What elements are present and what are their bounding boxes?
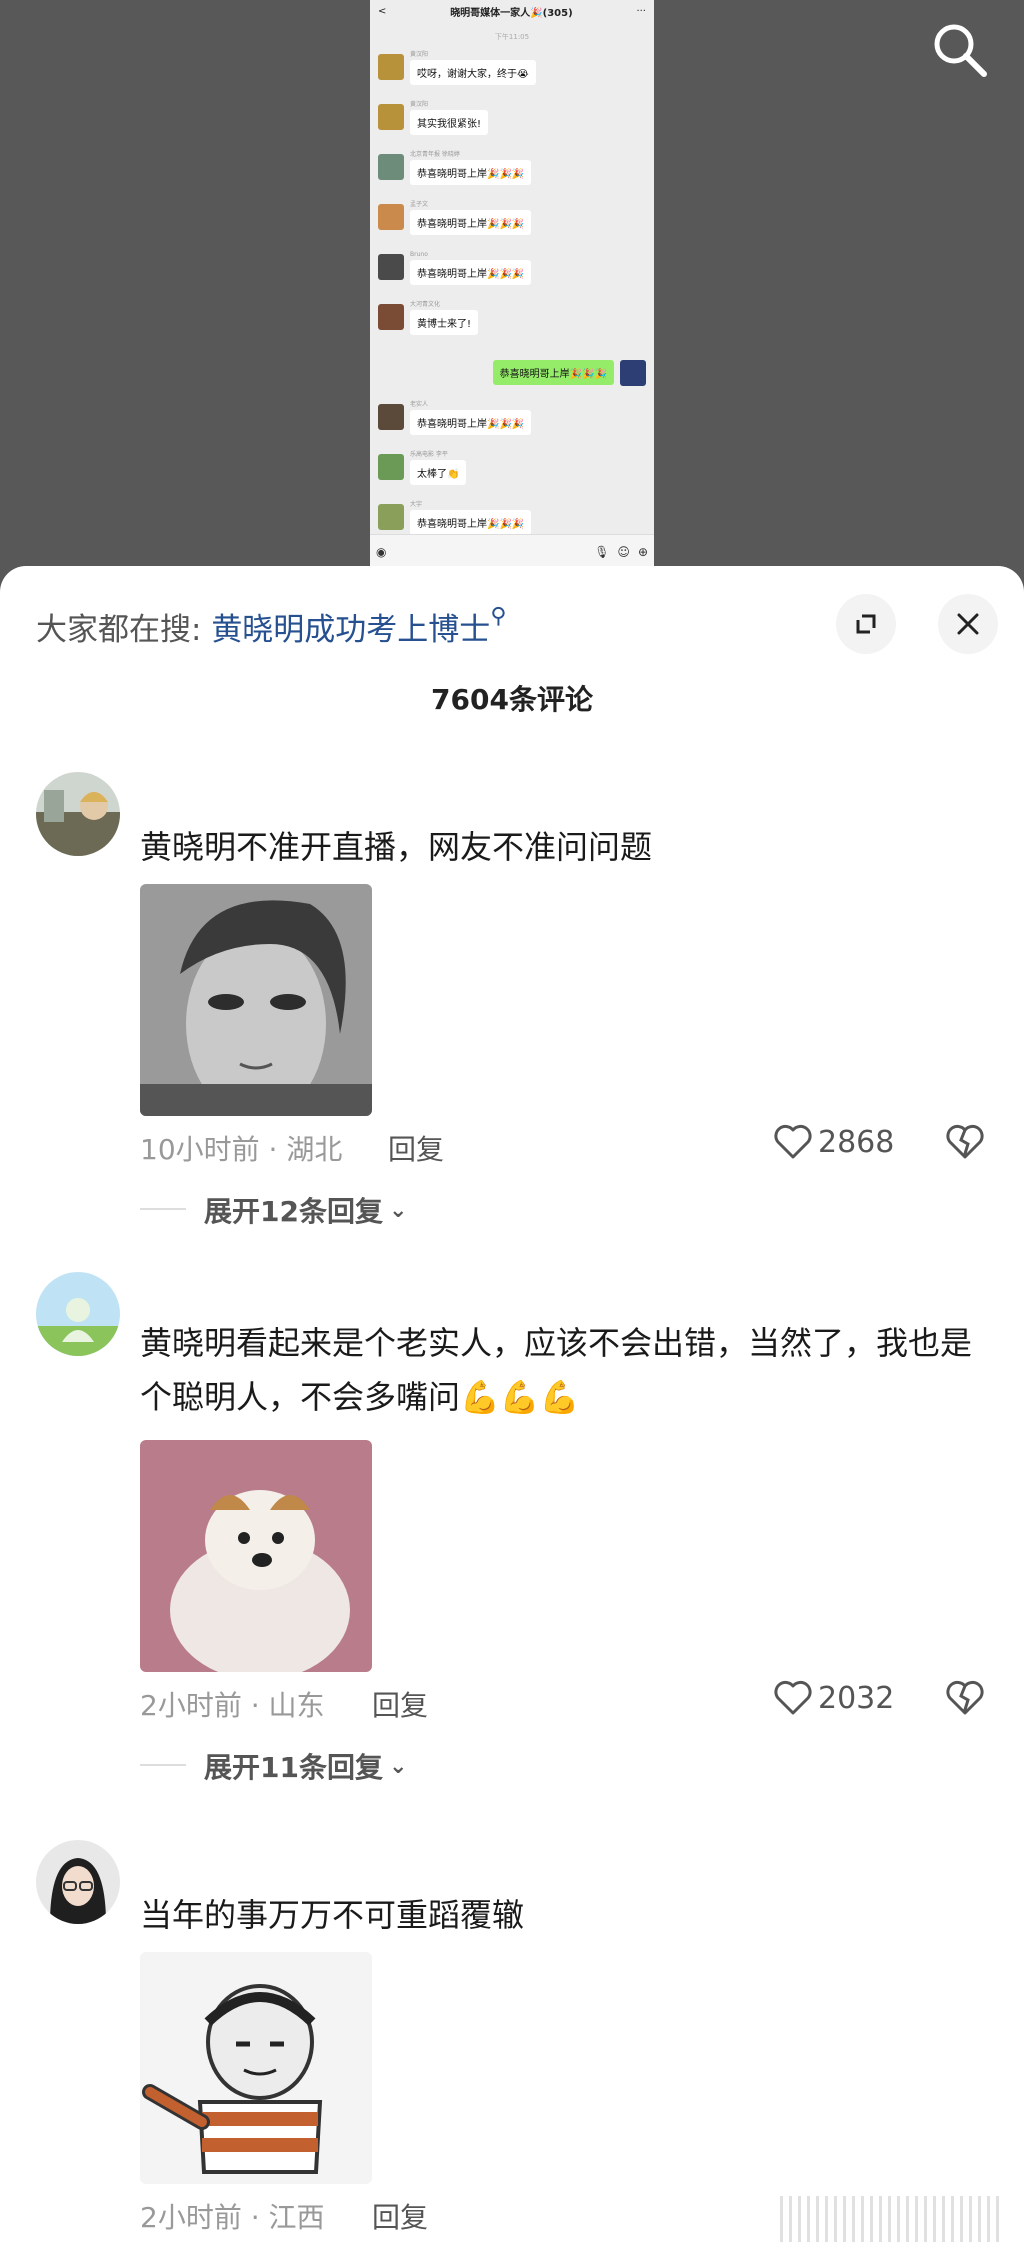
chat-avatar [378, 154, 404, 180]
chat-back-icon: < [378, 5, 387, 17]
fullscreen-button[interactable] [836, 594, 896, 654]
chat-avatar [378, 254, 404, 280]
chat-more-icon: ··· [636, 5, 646, 17]
fullscreen-icon [856, 614, 876, 634]
comment-count: 7604条评论 [431, 683, 593, 716]
chat-message: 黄汉阳其实我很紧张! [378, 100, 646, 150]
avatar[interactable] [36, 772, 120, 856]
search-icon[interactable] [928, 18, 992, 82]
chat-avatar [378, 404, 404, 430]
like-button[interactable]: 2868 [774, 1124, 894, 1160]
avatar[interactable] [36, 1272, 120, 1356]
dislike-button[interactable] [946, 1680, 984, 1720]
chat-sender: 老实人 [410, 401, 429, 408]
chat-bubble: 恭喜晓明哥上岸🎉🎉🎉 [492, 360, 614, 385]
search-suggestion-prefix: 大家都在搜: [36, 612, 202, 648]
embedded-chat-screenshot: < 晓明哥媒体一家人🎉(305) ··· 下午11:05 黄汉阳哎呀，谢谢大家，… [370, 0, 654, 568]
search-suggestion-keyword[interactable]: 黄晓明成功考上博士 [211, 612, 490, 648]
chat-message: 黄汉阳哎呀，谢谢大家，终于😭 [378, 50, 646, 100]
divider [140, 1764, 186, 1766]
divider [140, 1208, 186, 1210]
chat-message: 北京青年报 徐晓婷恭喜晓明哥上岸🎉🎉🎉 [378, 150, 646, 200]
chat-bubble: 恭喜晓明哥上岸🎉🎉🎉 [410, 160, 532, 185]
chat-avatar [378, 204, 404, 230]
chat-message: 孟子文恭喜晓明哥上岸🎉🎉🎉 [378, 200, 646, 250]
chevron-down-icon: ⌄ [388, 1753, 408, 1779]
chat-avatar [378, 504, 404, 530]
expand-replies[interactable]: 展开12条回复 ⌄ [140, 1190, 407, 1230]
chat-time: 下午11:05 [494, 33, 530, 41]
comment-image[interactable] [140, 1952, 372, 2184]
close-button[interactable] [938, 594, 998, 654]
expand-replies-label: 展开11条回复 [204, 1751, 383, 1784]
comment-text: 黄晓明看起来是个老实人，应该不会出错，当然了，我也是个聪明人，不会多嘴问💪💪💪 [140, 1324, 973, 1416]
chat-sender: 大宇 [410, 501, 423, 508]
comment-image[interactable] [140, 1440, 372, 1672]
chat-sender: 北京青年报 徐晓婷 [410, 151, 460, 158]
chat-bubble: 其实我很紧张! [410, 110, 489, 135]
broken-heart-icon [946, 1680, 984, 1715]
broken-heart-icon [946, 1124, 984, 1159]
chat-bubble: 黄博士来了! [410, 310, 479, 335]
close-icon [957, 613, 979, 635]
chat-sender: Bruno [410, 251, 428, 258]
chat-message: 老实人恭喜晓明哥上岸🎉🎉🎉 [378, 400, 646, 450]
chat-bubble: 恭喜晓明哥上岸🎉🎉🎉 [410, 260, 532, 285]
heart-icon [774, 1680, 812, 1715]
chat-sender: 乐高电影 李平 [410, 451, 448, 458]
chat-input-bar: ◉ 🎙 ☺ ⊕ [370, 534, 654, 568]
expand-replies[interactable]: 展开11条回复 ⌄ [140, 1746, 407, 1786]
like-count: 2868 [818, 1124, 895, 1160]
like-count: 2032 [818, 1680, 895, 1716]
chat-message: 大河青文化黄博士来了! [378, 300, 646, 350]
screen: < 晓明哥媒体一家人🎉(305) ··· 下午11:05 黄汉阳哎呀，谢谢大家，… [0, 0, 1024, 2260]
voice-icon: ◉ [376, 544, 387, 559]
comment-time-location: 10小时前 · 湖北 [140, 1133, 343, 1166]
chat-sender: 黄汉阳 [410, 51, 429, 58]
chat-bubble: 太棒了👏 [410, 460, 467, 485]
reply-button[interactable]: 回复 [388, 1128, 444, 1168]
chat-message: Bruno 恭喜晓明哥上岸🎉🎉🎉 [378, 250, 646, 300]
reply-button[interactable]: 回复 [372, 1684, 428, 1724]
chat-bubble: 恭喜晓明哥上岸🎉🎉🎉 [410, 410, 532, 435]
chat-avatar [378, 304, 404, 330]
chat-avatar [378, 454, 404, 480]
search-suggestion[interactable]: 大家都在搜: 黄晓明成功考上博士⚲ [36, 604, 506, 649]
chat-avatar [378, 54, 404, 80]
like-button[interactable]: 2032 [774, 1680, 894, 1716]
dislike-button[interactable] [946, 1124, 984, 1164]
chat-message: 乐高电影 李平太棒了👏 [378, 450, 646, 500]
expand-replies-label: 展开12条回复 [204, 1195, 383, 1228]
comment-text: 黄晓明不准开直播，网友不准问问题 [140, 828, 653, 866]
plus-icon: ⊕ [637, 544, 648, 559]
chat-bubble: 恭喜晓明哥上岸🎉🎉🎉 [410, 210, 532, 235]
comment-time-location: 2小时前 · 江西 [140, 2201, 325, 2234]
chat-bubble: 哎呀，谢谢大家，终于😭 [410, 60, 536, 85]
watermark [780, 2196, 1000, 2242]
emoji-icon: ☺ [617, 544, 630, 559]
chat-header: < 晓明哥媒体一家人🎉(305) ··· [370, 0, 654, 22]
chat-title: 晓明哥媒体一家人🎉(305) [450, 7, 573, 19]
comment-text: 当年的事万万不可重蹈覆辙 [140, 1896, 525, 1934]
chat-avatar [378, 104, 404, 130]
avatar[interactable] [36, 1840, 120, 1924]
chat-sender: 大河青文化 [410, 301, 441, 308]
chevron-down-icon: ⌄ [388, 1197, 408, 1223]
search-small-icon: ⚲ [490, 604, 507, 629]
comment-image[interactable] [140, 884, 372, 1116]
chat-message-self: 恭喜晓明哥上岸🎉🎉🎉 [378, 350, 646, 400]
heart-icon [774, 1124, 812, 1159]
mic-icon: 🎙 [594, 544, 610, 559]
chat-sender: 孟子文 [410, 201, 429, 208]
reply-button[interactable]: 回复 [372, 2196, 428, 2236]
chat-bubble: 恭喜晓明哥上岸🎉🎉🎉 [410, 510, 532, 535]
chat-sender: 黄汉阳 [410, 101, 429, 108]
chat-avatar [620, 360, 646, 386]
comment-time-location: 2小时前 · 山东 [140, 1689, 325, 1722]
